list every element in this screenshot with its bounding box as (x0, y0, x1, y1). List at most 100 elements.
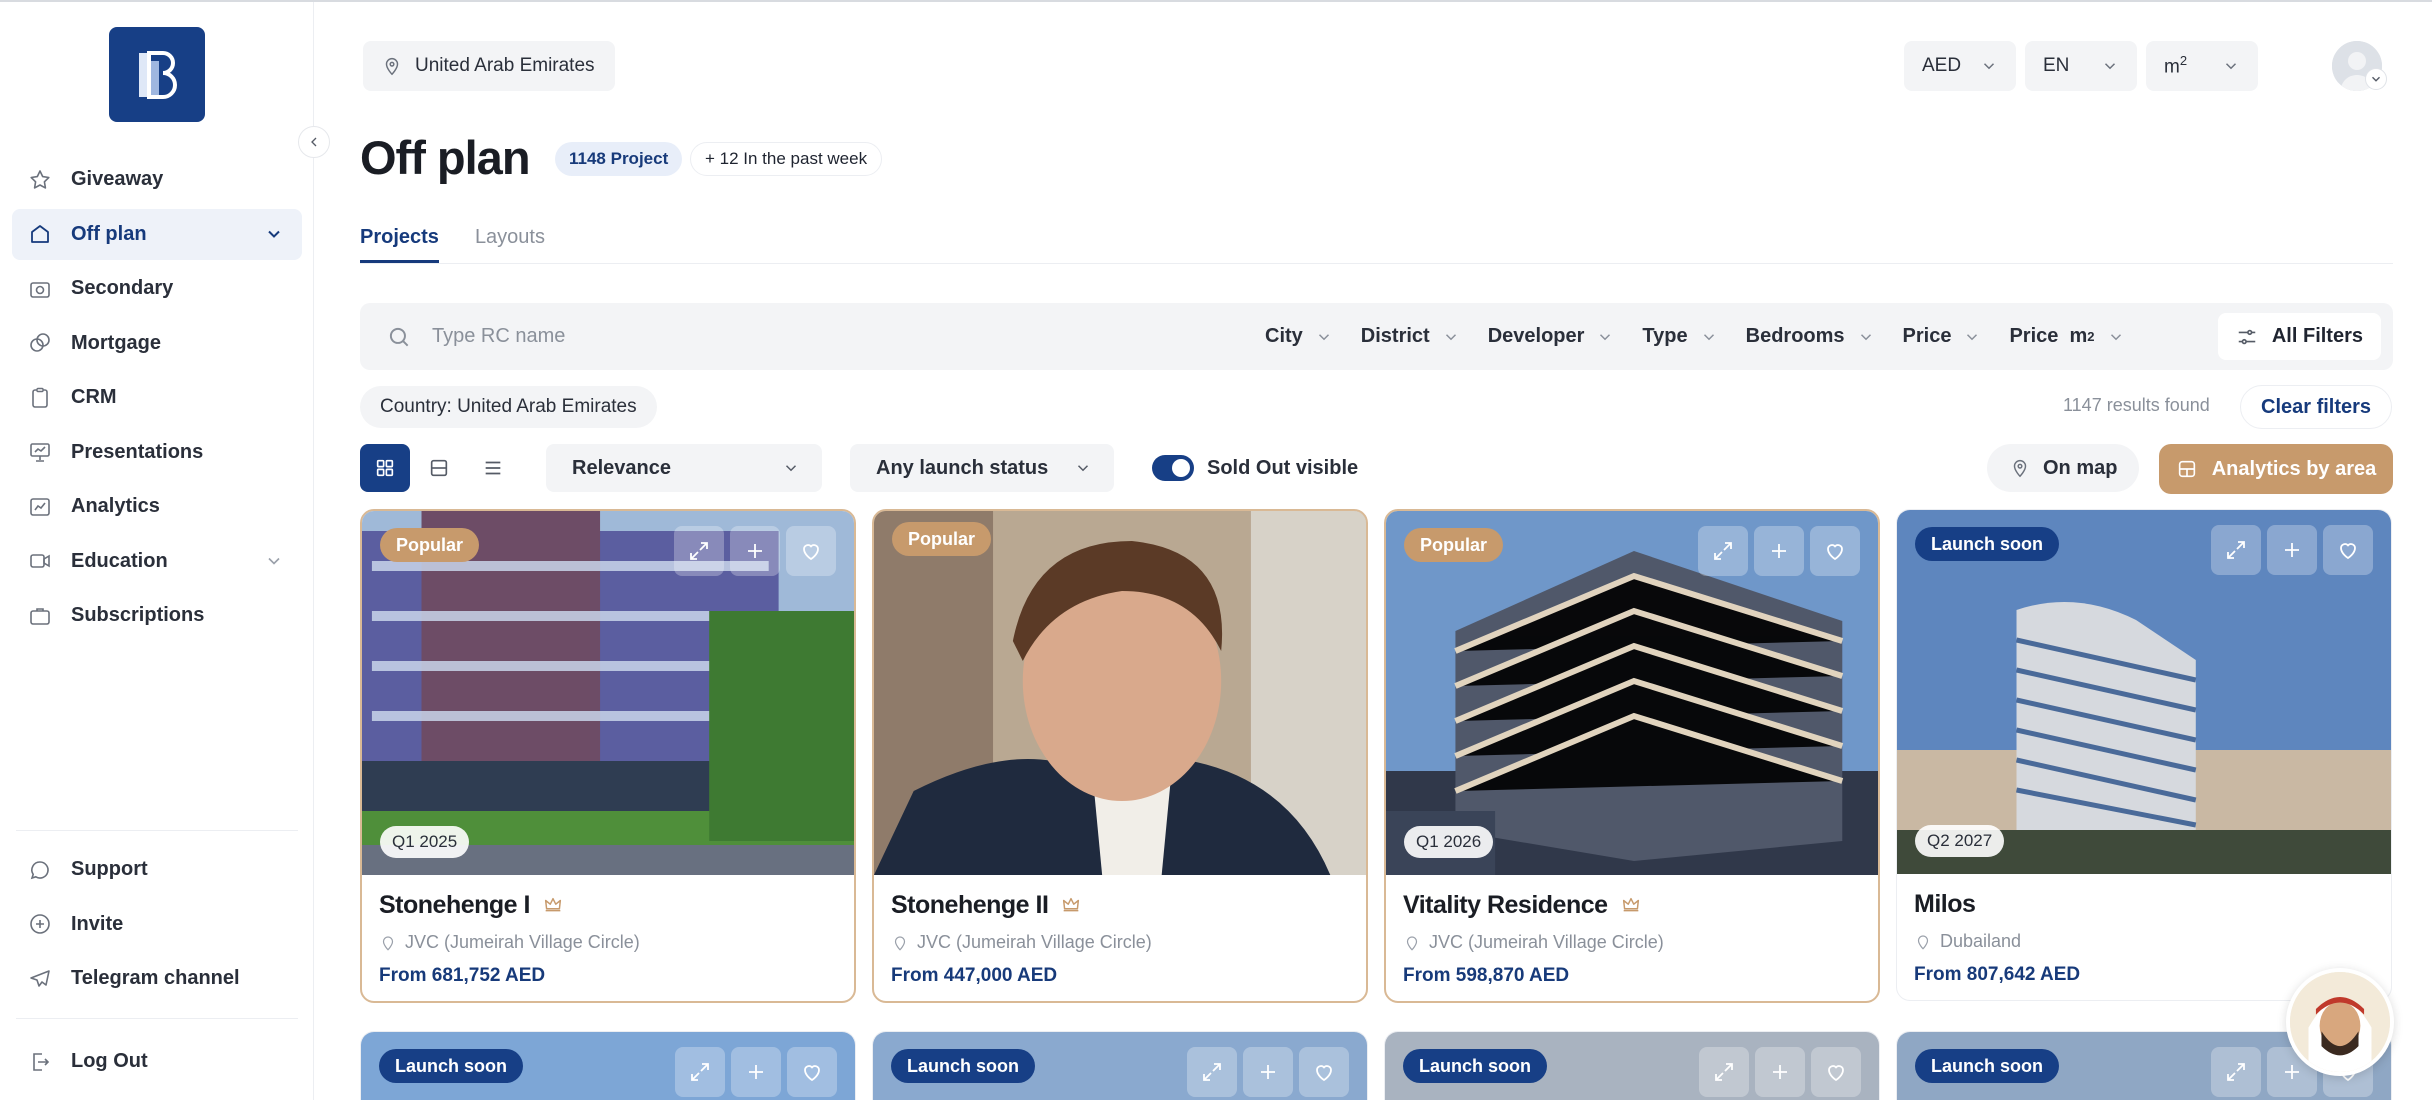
sidebar-item-telegram[interactable]: Telegram channel (12, 953, 302, 1004)
project-card[interactable]: Popular Q1 2026 Vitality Residence JVC (… (1384, 509, 1880, 1003)
sidebar-item-support[interactable]: Support (12, 844, 302, 895)
logo[interactable] (109, 27, 205, 122)
card-location: JVC (Jumeirah Village Circle) (379, 932, 836, 953)
project-card[interactable]: Launch soon (872, 1031, 1368, 1100)
page-title: Off plan (360, 131, 531, 184)
project-card[interactable]: Popular Stonehenge II JVC (Jumeirah Vill… (872, 509, 1368, 1003)
filter-sup: 2 (2087, 329, 2095, 344)
plus-icon (1772, 544, 1786, 558)
chevron-down-icon[interactable] (264, 224, 284, 244)
card-actions (1181, 1047, 1349, 1097)
filter-city[interactable]: City (1265, 325, 1333, 348)
expand-button[interactable] (2211, 525, 2261, 575)
chevron-down-icon (2104, 63, 2116, 70)
project-image: Popular Q1 2026 (1386, 511, 1878, 875)
add-compare-button[interactable] (1755, 1047, 1805, 1097)
expand-button[interactable] (675, 1047, 725, 1097)
filter-bedrooms[interactable]: Bedrooms (1746, 325, 1875, 348)
favorite-button[interactable] (787, 1047, 837, 1097)
sidebar-item-label: Mortgage (71, 331, 161, 354)
avatar-menu-button[interactable] (2365, 68, 2387, 90)
unit-select[interactable]: m2 (2146, 41, 2258, 91)
chevron-down-icon[interactable] (264, 551, 284, 571)
language-select[interactable]: EN (2025, 41, 2137, 91)
clear-filters-button[interactable]: Clear filters (2240, 385, 2393, 429)
filter-developer[interactable]: Developer (1488, 325, 1615, 348)
sidebar-item-analytics[interactable]: Analytics (12, 481, 302, 532)
location-text: JVC (Jumeirah Village Circle) (917, 932, 1152, 952)
list-view-button[interactable] (468, 444, 518, 492)
add-compare-button[interactable] (731, 1047, 781, 1097)
sidebar-item-mortgage[interactable]: Mortgage (12, 318, 302, 369)
filter-price-m2[interactable]: Price m2 (2009, 325, 2124, 348)
expand-icon (691, 1063, 709, 1081)
launch-soon-tag: Launch soon (1403, 1049, 1547, 1083)
grid-view-button[interactable] (360, 444, 410, 492)
location-pin-icon (1917, 934, 1929, 950)
favorite-button[interactable] (1299, 1047, 1349, 1097)
chevron-down-icon (2110, 333, 2121, 340)
card-actions (668, 526, 836, 576)
launch-status-select[interactable]: Any launch status (850, 444, 1114, 492)
all-filters-button[interactable]: All Filters (2217, 313, 2381, 360)
assistant-chat-button[interactable] (2286, 968, 2394, 1076)
chevron-down-icon (2225, 63, 2237, 70)
logout-button[interactable]: Log Out (12, 1036, 302, 1087)
filter-label: City (1265, 325, 1303, 347)
analytics-by-area-button[interactable]: Analytics by area (2159, 444, 2393, 494)
on-map-button[interactable]: On map (1987, 444, 2140, 492)
search-input[interactable] (432, 325, 1132, 348)
expand-button[interactable] (1187, 1047, 1237, 1097)
add-compare-button[interactable] (1243, 1047, 1293, 1097)
sold-out-toggle[interactable] (1152, 455, 1194, 481)
add-compare-button[interactable] (730, 526, 780, 576)
card-actions (669, 1047, 837, 1097)
sidebar-item-giveaway[interactable]: Giveaway (12, 154, 302, 205)
sidebar-logout: Log Out (12, 1036, 302, 1091)
card-body: Vitality Residence JVC (Jumeirah Village… (1386, 875, 1878, 1001)
project-card[interactable]: Launch soon Q2 2027 Milos Dubailand From… (1896, 509, 2392, 1001)
filter-price[interactable]: Price (1903, 325, 1982, 348)
favorite-button[interactable] (1810, 526, 1860, 576)
tab-projects[interactable]: Projects (360, 226, 439, 263)
sidebar-collapse-button[interactable] (298, 126, 330, 158)
expand-icon (1203, 1063, 1221, 1081)
project-image: Launch soon (1385, 1032, 1879, 1100)
sidebar-item-off-plan[interactable]: Off plan (12, 208, 302, 260)
sidebar-item-secondary[interactable]: Secondary (12, 263, 302, 314)
launch-soon-tag: Launch soon (1915, 1049, 2059, 1083)
table-view-button[interactable] (414, 444, 464, 492)
project-name: Milos (1914, 890, 1976, 918)
favorite-button[interactable] (786, 526, 836, 576)
sidebar-item-education[interactable]: Education (12, 536, 302, 587)
camera-icon (27, 276, 53, 302)
project-card[interactable]: Launch soon (360, 1031, 856, 1100)
card-body: Stonehenge I JVC (Jumeirah Village Circl… (362, 875, 854, 1001)
home-icon (27, 221, 53, 247)
expand-button[interactable] (2211, 1047, 2261, 1097)
add-compare-button[interactable] (2267, 525, 2317, 575)
project-image: Launch soon Q2 2027 (1897, 510, 2391, 874)
project-name: Stonehenge I (379, 891, 530, 919)
sidebar-item-presentations[interactable]: Presentations (12, 427, 302, 478)
tab-layouts[interactable]: Layouts (475, 226, 545, 263)
sort-select[interactable]: Relevance (546, 444, 822, 492)
currency-select[interactable]: AED (1904, 41, 2016, 91)
filter-district[interactable]: District (1361, 325, 1460, 348)
expand-button[interactable] (1698, 526, 1748, 576)
add-compare-button[interactable] (1754, 526, 1804, 576)
sidebar-item-subscriptions[interactable]: Subscriptions (12, 590, 302, 641)
project-card[interactable]: Popular Q1 2025 Stonehenge I JVC (Jumeir… (360, 509, 856, 1003)
sidebar-item-crm[interactable]: CRM (12, 372, 302, 423)
expand-button[interactable] (674, 526, 724, 576)
favorite-button[interactable] (2323, 525, 2373, 575)
country-selector[interactable]: United Arab Emirates (363, 41, 615, 91)
sidebar-item-invite[interactable]: Invite (12, 899, 302, 950)
country-filter-tag[interactable]: Country: United Arab Emirates (360, 386, 657, 428)
list-icon (485, 461, 501, 475)
favorite-button[interactable] (1811, 1047, 1861, 1097)
project-card[interactable]: Launch soon (1384, 1031, 1880, 1100)
expand-button[interactable] (1699, 1047, 1749, 1097)
location-text: JVC (Jumeirah Village Circle) (1429, 932, 1664, 952)
filter-type[interactable]: Type (1642, 325, 1717, 348)
